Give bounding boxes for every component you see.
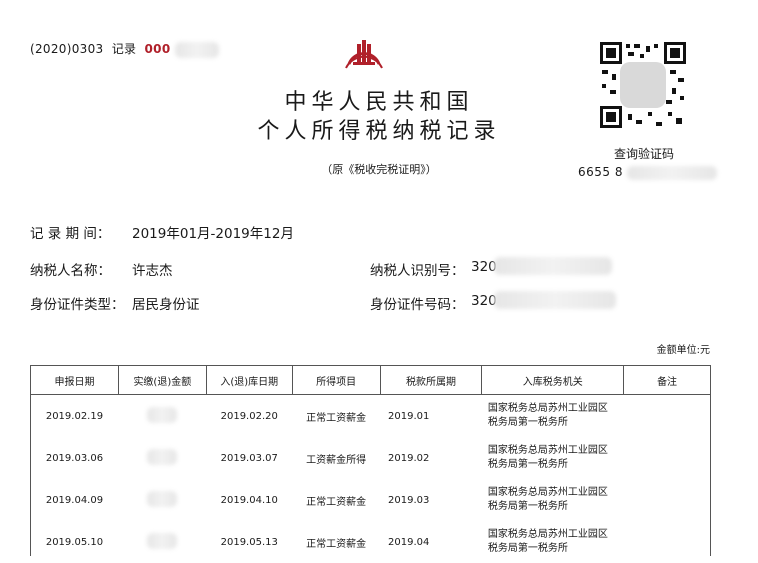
table-row: 2019.04.09 2019.04.10 正常工资薪金 2019.03 国家税… <box>31 479 711 521</box>
header-tax-office: 入库税务机关 <box>481 365 625 395</box>
cell-entry-date: 2019.05.13 <box>220 536 278 548</box>
cell-amount <box>118 437 206 479</box>
document-number: (2020)0303 记录 000 <box>30 40 219 58</box>
cell-tax-office: 国家税务总局苏州工业园区 税务局第一税务所 <box>487 487 608 512</box>
document-number-value: 000 <box>144 42 171 56</box>
cell-tax-period: 2019.02 <box>388 452 430 464</box>
table-header-row: 申报日期 实缴(退)金额 入(退)库日期 所得项目 税款所属期 入库税务机关 备… <box>30 365 711 395</box>
id-type-label: 身份证件类型： <box>30 297 125 313</box>
cell-income-item: 正常工资薪金 <box>306 412 367 424</box>
header-tax-period: 税款所属期 <box>379 365 483 395</box>
cell-amount <box>118 479 206 521</box>
cell-tax-office: 国家税务总局苏州工业园区 税务局第一税务所 <box>487 445 608 470</box>
header-declare-date: 申报日期 <box>30 365 119 395</box>
cell-entry-date: 2019.03.07 <box>220 452 278 464</box>
header-entry-date: 入(退)库日期 <box>205 365 293 395</box>
cell-remark <box>624 437 711 479</box>
cell-declare-date: 2019.04.09 <box>45 494 104 506</box>
table-right-border <box>710 394 711 556</box>
record-period-label: 记 录 期 间： <box>30 226 111 242</box>
id-number-value: 320 <box>471 293 497 309</box>
qr-label: 查询验证码 <box>613 147 674 161</box>
cell-remark <box>624 395 711 438</box>
cell-declare-date: 2019.03.06 <box>45 452 104 464</box>
redacted-mark <box>147 532 178 549</box>
verification-code-value: 6655 8 <box>578 165 623 179</box>
tax-emblem-icon <box>345 40 383 69</box>
record-period-value: 2019年01月-2019年12月 <box>132 226 294 242</box>
cell-tax-period: 2019.04 <box>388 536 430 548</box>
document-number-prefix: (2020)0303 <box>30 42 104 56</box>
redacted-mark <box>627 165 718 180</box>
header-income-item: 所得项目 <box>291 365 381 395</box>
id-type-value: 居民身份证 <box>132 297 200 313</box>
redacted-mark <box>147 448 178 465</box>
redacted-mark <box>147 490 178 507</box>
cell-entry-date: 2019.02.20 <box>220 410 278 422</box>
redacted-mark <box>174 41 219 58</box>
tax-record-table: 申报日期 实缴(退)金额 入(退)库日期 所得项目 税款所属期 入库税务机关 备… <box>30 365 711 563</box>
cell-tax-office: 国家税务总局苏州工业园区 税务局第一税务所 <box>487 529 608 554</box>
cell-tax-office: 国家税务总局苏州工业园区 税务局第一税务所 <box>487 403 608 428</box>
table-row: 2019.05.10 2019.05.13 正常工资薪金 2019.04 国家税… <box>31 521 711 563</box>
table-row: 2019.02.19 2019.02.20 正常工资薪金 2019.01 国家税… <box>31 395 711 438</box>
verification-code: 6655 8 <box>578 165 718 180</box>
cell-tax-period: 2019.01 <box>388 410 430 422</box>
cell-income-item: 工资薪金所得 <box>306 454 367 466</box>
taxpayer-name-label: 纳税人名称： <box>30 263 111 279</box>
table-row: 2019.03.06 2019.03.07 工资薪金所得 2019.02 国家税… <box>31 437 711 479</box>
cell-declare-date: 2019.05.10 <box>45 536 104 548</box>
header-amount: 实缴(退)金额 <box>117 365 207 395</box>
redacted-mark <box>494 257 612 275</box>
taxpayer-name-value: 许志杰 <box>132 263 173 279</box>
taxpayer-id-value: 320 <box>471 259 497 275</box>
cell-remark <box>624 479 711 521</box>
cell-amount <box>118 521 206 563</box>
document-number-label: 记录 <box>111 42 137 56</box>
redacted-mark <box>147 406 178 423</box>
table-left-border <box>30 394 31 556</box>
cell-income-item: 正常工资薪金 <box>306 496 367 508</box>
cell-income-item: 正常工资薪金 <box>306 538 367 550</box>
header-remark: 备注 <box>623 365 711 395</box>
amount-unit: 金额单位:元 <box>656 345 710 356</box>
cell-remark <box>624 521 711 563</box>
qr-code-icon <box>598 40 688 130</box>
cell-declare-date: 2019.02.19 <box>45 410 104 422</box>
cell-tax-period: 2019.03 <box>388 494 430 506</box>
cell-amount <box>118 395 206 438</box>
cell-entry-date: 2019.04.10 <box>220 494 278 506</box>
id-number-label: 身份证件号码： <box>370 297 465 313</box>
taxpayer-id-label: 纳税人识别号： <box>370 263 465 279</box>
redacted-mark <box>494 291 616 309</box>
